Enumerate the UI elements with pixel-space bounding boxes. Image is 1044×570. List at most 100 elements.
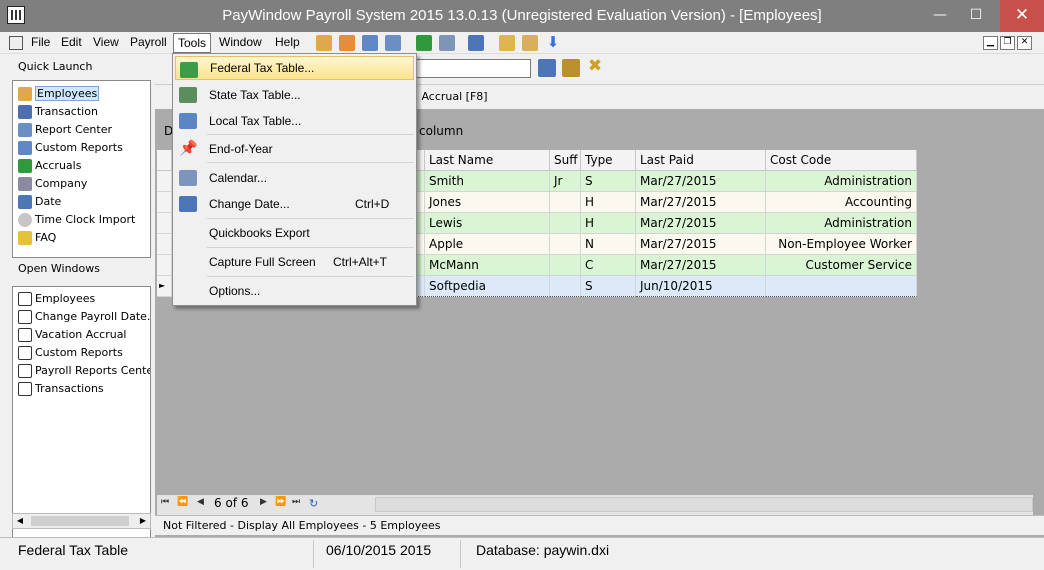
folder-search-toolbar-icon[interactable]	[522, 35, 538, 51]
menu-help[interactable]: Help	[271, 33, 304, 53]
search-input[interactable]	[415, 59, 531, 78]
menu-view[interactable]: View	[89, 33, 123, 53]
cell-last-paid[interactable]: Mar/27/2015	[636, 255, 766, 276]
column-header-last-paid[interactable]: Last Paid	[636, 150, 766, 171]
accruals-toolbar-icon[interactable]	[416, 35, 432, 51]
cell-last-paid[interactable]: Mar/27/2015	[636, 171, 766, 192]
left-panel-scrollbar[interactable]: ◀ ▶	[12, 513, 151, 529]
column-header-suff[interactable]: Suff	[550, 150, 581, 171]
quick-launch-employees[interactable]: Employees	[13, 85, 150, 103]
cell-last-name[interactable]: Softpedia	[425, 276, 550, 297]
report-toolbar-icon[interactable]	[362, 35, 378, 51]
cell-last-name[interactable]: Lewis	[425, 213, 550, 234]
scroll-left-icon[interactable]: ◀	[13, 514, 27, 528]
menu-item-capture-full-screen[interactable]: Capture Full Screen Ctrl+Alt+T	[175, 249, 414, 275]
prev-record-icon[interactable]: ◀	[197, 497, 204, 507]
column-header-cost-code[interactable]: Cost Code	[766, 150, 917, 171]
open-window-item[interactable]: Employees	[13, 290, 150, 308]
scroll-thumb[interactable]	[31, 516, 129, 526]
close-button[interactable]: ✕	[1000, 0, 1044, 32]
open-window-item[interactable]: Payroll Reports Center	[13, 362, 150, 380]
menu-edit[interactable]: Edit	[57, 33, 86, 53]
open-window-item[interactable]: Vacation Accrual	[13, 326, 150, 344]
cell-cost-code[interactable]: Accounting	[766, 192, 917, 213]
calendar-toolbar-icon[interactable]	[468, 35, 484, 51]
row-indicator[interactable]	[157, 255, 172, 276]
cell-last-paid[interactable]: Mar/27/2015	[636, 234, 766, 255]
menu-payroll[interactable]: Payroll	[126, 33, 171, 53]
scroll-right-icon[interactable]: ▶	[136, 514, 150, 528]
open-window-item[interactable]: Transactions	[13, 380, 150, 398]
row-indicator[interactable]	[157, 192, 172, 213]
quick-launch-date[interactable]: Date	[13, 193, 150, 211]
menu-item-options[interactable]: Options...	[175, 278, 414, 304]
prev-page-icon[interactable]: ⏪	[177, 497, 188, 507]
cell-cost-code[interactable]: Customer Service	[766, 255, 917, 276]
quick-launch-faq[interactable]: FAQ	[13, 229, 150, 247]
quick-launch-report-center[interactable]: Report Center	[13, 121, 150, 139]
cell-last-name[interactable]: Apple	[425, 234, 550, 255]
menu-item-change-date[interactable]: Change Date... Ctrl+D	[175, 191, 414, 217]
cell-suff[interactable]	[550, 255, 581, 276]
cell-last-name[interactable]: Jones	[425, 192, 550, 213]
row-indicator[interactable]	[157, 213, 172, 234]
row-indicator[interactable]: ►	[157, 276, 172, 297]
cell-last-paid[interactable]: Mar/27/2015	[636, 192, 766, 213]
cell-suff[interactable]	[550, 192, 581, 213]
menu-window[interactable]: Window	[215, 33, 266, 53]
open-window-item[interactable]: Change Payroll Date...	[13, 308, 150, 326]
column-header-type[interactable]: Type	[581, 150, 636, 171]
cell-type[interactable]: H	[581, 213, 636, 234]
clear-filter-icon[interactable]: ✖	[586, 58, 604, 76]
search-toolbar-icon[interactable]	[538, 59, 556, 77]
cell-cost-code[interactable]: Non-Employee Worker	[766, 234, 917, 255]
menu-item-quickbooks-export[interactable]: Quickbooks Export	[175, 220, 414, 246]
row-indicator[interactable]	[157, 171, 172, 192]
cell-suff[interactable]	[550, 213, 581, 234]
column-header-last-name[interactable]: Last Name	[425, 150, 550, 171]
quick-launch-company[interactable]: Company	[13, 175, 150, 193]
cell-cost-code[interactable]	[766, 276, 917, 297]
menu-tools[interactable]: Tools	[173, 33, 212, 53]
cell-last-paid[interactable]: Jun/10/2015	[636, 276, 766, 297]
quick-launch-transaction[interactable]: Transaction	[13, 103, 150, 121]
books-toolbar-icon[interactable]	[562, 59, 580, 77]
refresh-icon[interactable]: ↻	[309, 497, 318, 510]
grid-horizontal-scrollbar[interactable]	[375, 497, 1033, 512]
last-page-icon[interactable]: ⏭	[292, 497, 300, 507]
mdi-child-icon[interactable]	[9, 36, 23, 50]
cell-last-paid[interactable]: Mar/27/2015	[636, 213, 766, 234]
cell-cost-code[interactable]: Administration	[766, 213, 917, 234]
menu-item-end-of-year[interactable]: 📌 End-of-Year	[175, 136, 414, 162]
cell-type[interactable]: S	[581, 171, 636, 192]
cell-suff[interactable]: Jr	[550, 171, 581, 192]
cell-last-name[interactable]: McMann	[425, 255, 550, 276]
cell-type[interactable]: S	[581, 276, 636, 297]
title-bar[interactable]: PayWindow Payroll System 2015 13.0.13 (U…	[0, 0, 1044, 32]
employee-toolbar-icon[interactable]	[316, 35, 332, 51]
quick-launch-custom-reports[interactable]: Custom Reports	[13, 139, 150, 157]
first-page-icon[interactable]: ⏮	[161, 497, 169, 507]
minimize-button[interactable]: —	[924, 0, 956, 32]
cell-suff[interactable]	[550, 276, 581, 297]
quick-launch-time-clock-import[interactable]: Time Clock Import	[13, 211, 150, 229]
mdi-minimize-button[interactable]: ▁	[983, 36, 998, 50]
cell-type[interactable]: N	[581, 234, 636, 255]
menu-file[interactable]: File	[27, 33, 54, 53]
download-arrow-icon[interactable]: ⬇	[545, 35, 561, 51]
next-record-icon[interactable]: ▶	[260, 497, 267, 507]
cell-last-name[interactable]: Smith	[425, 171, 550, 192]
cell-type[interactable]: C	[581, 255, 636, 276]
cell-cost-code[interactable]: Administration	[766, 171, 917, 192]
cell-suff[interactable]	[550, 234, 581, 255]
row-indicator[interactable]	[157, 234, 172, 255]
menu-item-state-tax-table[interactable]: State Tax Table...	[175, 82, 414, 108]
menu-item-local-tax-table[interactable]: Local Tax Table...	[175, 108, 414, 134]
maximize-button[interactable]: ☐	[960, 0, 992, 32]
cell-type[interactable]: H	[581, 192, 636, 213]
next-page-icon[interactable]: ⏩	[275, 497, 286, 507]
quick-launch-accruals[interactable]: Accruals	[13, 157, 150, 175]
accrual-tab[interactable]: n Accrual [F8]	[411, 90, 488, 103]
open-window-item[interactable]: Custom Reports	[13, 344, 150, 362]
menu-item-federal-tax-table[interactable]: Federal Tax Table...	[175, 56, 414, 80]
